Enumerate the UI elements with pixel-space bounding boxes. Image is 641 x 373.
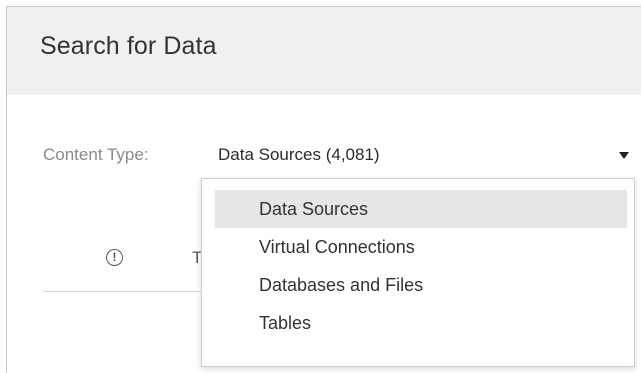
content-type-menu: Data Sources Virtual Connections Databas… — [201, 178, 635, 367]
menu-item-label: Tables — [259, 313, 312, 333]
menu-item-virtual-connections[interactable]: Virtual Connections — [215, 228, 627, 266]
content-type-dropdown[interactable]: Data Sources (4,081) — [212, 137, 641, 171]
menu-item-tables[interactable]: Tables — [215, 304, 627, 342]
content-type-selected-value: Data Sources (4,081) — [218, 145, 380, 164]
table-header-divider — [43, 291, 213, 292]
menu-item-label: Data Sources — [259, 199, 369, 219]
page-title: Search for Data — [40, 32, 217, 60]
menu-item-label: Virtual Connections — [259, 237, 415, 257]
content-type-label: Content Type: — [43, 145, 149, 164]
search-for-data-dialog: Search for Data Content Type: Data Sourc… — [6, 6, 641, 373]
dialog-header: Search for Data — [7, 7, 641, 95]
content-type-row: Content Type: Data Sources (4,081) — [7, 137, 641, 171]
caret-down-icon — [619, 152, 629, 159]
info-icon[interactable]: ! — [106, 249, 123, 266]
menu-item-databases-and-files[interactable]: Databases and Files — [215, 266, 627, 304]
menu-item-data-sources[interactable]: Data Sources — [215, 190, 627, 228]
menu-item-label: Databases and Files — [259, 275, 424, 295]
